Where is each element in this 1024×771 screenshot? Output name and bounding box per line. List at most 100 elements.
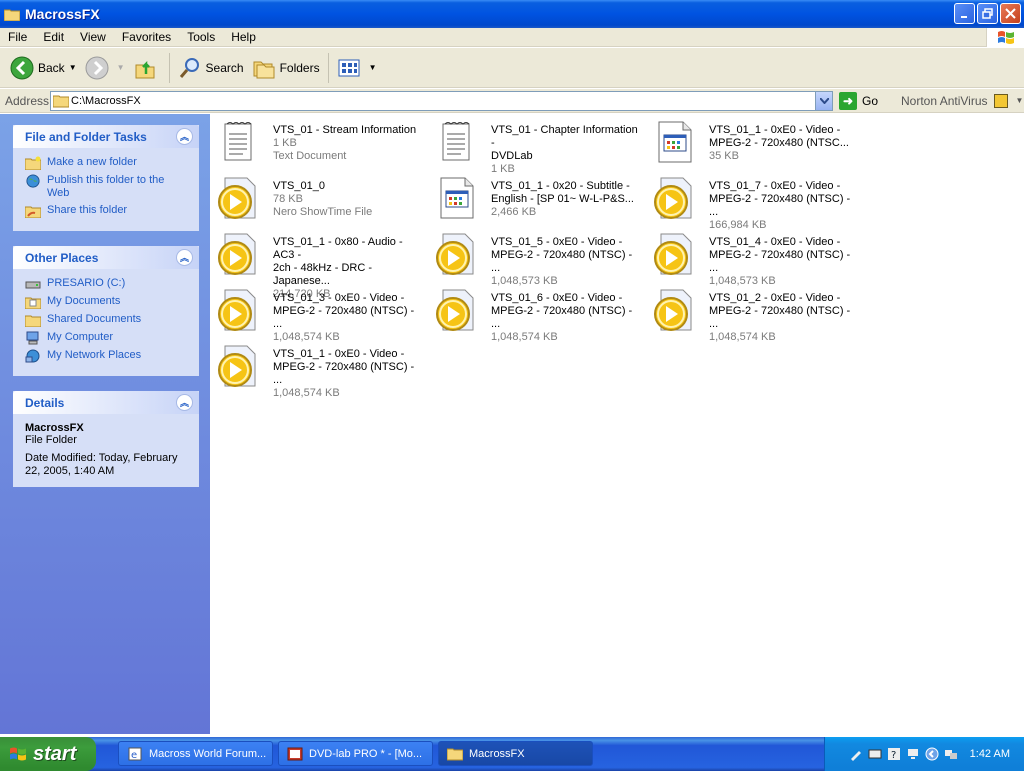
place-shared-documents[interactable]: Shared Documents [25,313,187,327]
taskbar-button-macrossfx[interactable]: MacrossFX [438,741,593,766]
file-label: VTS_01 - Stream Information 1 KB Text Docu… [273,118,423,174]
forward-dropdown-icon[interactable]: ▼ [117,63,125,72]
menu-view[interactable]: View [72,30,114,44]
media-file-icon [215,286,263,334]
panel-header[interactable]: Other Places ︽ [13,246,199,269]
norton-antivirus-button[interactable]: Norton AntiVirus ▼ [901,93,1024,108]
address-bar: Address C:\MacrossFX ➜ Go Norton AntiVir… [0,89,1024,113]
start-label: start [33,742,77,765]
task-make-new-folder[interactable]: Make a new folder [25,156,187,170]
folder-icon [4,9,20,21]
file-label: VTS_01_7 - 0xE0 - Video - MPEG-2 - 720x48… [709,174,859,231]
chevron-left-icon[interactable] [925,747,939,761]
maximize-button[interactable] [977,3,998,24]
back-label: Back [38,60,65,75]
file-item[interactable]: VTS_01_4 - 0xE0 - Video - MPEG-2 - 720x48… [651,230,863,287]
file-name-line: VTS_01_1 - 0xE0 - Video - [709,124,841,136]
menu-tools[interactable]: Tools [179,30,223,44]
media-file-icon [215,174,263,222]
go-label: Go [862,93,879,108]
taskbar-button-label: Macross World Forum... [149,747,267,760]
details-panel: Details ︽ MacrossFX File Folder Date Mod… [13,391,199,487]
norton-icon [993,93,1008,108]
file-name-line: VTS_01_1 - 0xE0 - Video - [273,348,405,360]
start-button[interactable]: start [0,737,96,771]
pen-icon[interactable] [849,747,863,761]
collapse-icon[interactable]: ︽ [176,394,193,411]
file-item[interactable]: VTS_01 - Chapter Information - DVDLab 1 KB [433,118,645,175]
file-meta: 1,048,574 KB [709,331,776,343]
up-folder-button[interactable] [129,52,165,84]
place-presario-drive[interactable]: PRESARIO (C:) [25,277,187,291]
menu-file[interactable]: File [0,30,35,44]
go-button[interactable]: ➜ Go [839,91,879,110]
place-my-computer[interactable]: My Computer [25,331,187,345]
folders-label: Folders [279,60,320,75]
file-item[interactable]: VTS_01_1 - 0xE0 - Video - MPEG-2 - 720x48… [215,342,427,399]
details-modified: Date Modified: Today, February 22, 2005,… [25,452,178,477]
file-item[interactable]: VTS_01_0 78 KB Nero ShowTime File [215,174,427,230]
title-bar[interactable]: MacrossFX [0,0,1024,28]
help-icon[interactable]: ? [887,747,901,761]
task-pane: File and Folder Tasks ︽ Make a new folde… [0,114,210,734]
close-button[interactable] [1000,3,1021,24]
panel-header[interactable]: File and Folder Tasks ︽ [13,125,199,148]
forward-button[interactable]: ▼ [81,52,129,84]
collapse-icon[interactable]: ︽ [176,128,193,145]
up-folder-icon [135,60,155,78]
norton-label: Norton AntiVirus [901,93,988,108]
taskbar-button-macross-world-forum[interactable]: e Macross World Forum... [118,741,273,766]
file-label: VTS_01_0 78 KB Nero ShowTime File [273,174,423,230]
taskbar-button-dvd-lab-pro[interactable]: DVD-lab PRO * - [Mo... [278,741,433,766]
back-button[interactable]: Back ▼ [6,52,81,84]
svg-text:?: ? [891,750,896,761]
panel-title: File and Folder Tasks [25,129,147,144]
file-list-view[interactable]: VTS_01 - Stream Information 1 KB Text Docu… [210,114,1024,734]
folders-button[interactable]: Folders [248,52,324,84]
file-item[interactable]: VTS_01_1 - 0x80 - Audio - AC3 -2ch - 48k… [215,230,427,300]
my-computer-icon [26,331,39,345]
collapse-icon[interactable]: ︽ [176,249,193,266]
file-name-line: VTS_01_1 - 0x80 - Audio - AC3 - [273,236,403,261]
file-item[interactable]: VTS_01_1 - 0x20 - Subtitle - English - [S… [433,174,645,230]
menu-help[interactable]: Help [223,30,264,44]
place-my-network-places[interactable]: My Network Places [25,349,187,363]
back-dropdown-icon[interactable]: ▼ [69,63,77,72]
file-name-line: MPEG-2 - 720x480 (NTSC) - ... [709,193,851,218]
norton-dropdown-icon[interactable]: ▼ [1016,96,1024,105]
file-item[interactable]: VTS_01_7 - 0xE0 - Video - MPEG-2 - 720x48… [651,174,863,231]
file-item[interactable]: VTS_01_5 - 0xE0 - Video - MPEG-2 - 720x48… [433,230,645,287]
file-item[interactable]: VTS_01_3 - 0xE0 - Video - MPEG-2 - 720x48… [215,286,427,343]
folders-icon [253,61,275,78]
file-item[interactable]: VTS_01 - Stream Information 1 KB Text Docu… [215,118,427,174]
address-dropdown-button[interactable] [815,91,832,110]
search-label: Search [205,60,244,75]
file-meta: 35 KB [709,150,739,162]
display-icon[interactable] [906,747,920,761]
network-icon[interactable] [944,747,958,761]
go-arrow-icon: ➜ [839,91,857,110]
menu-favorites[interactable]: Favorites [114,30,179,44]
keyboard-icon[interactable] [868,747,882,761]
file-item[interactable]: VTS_01_1 - 0xE0 - Video - MPEG-2 - 720x48… [651,118,863,174]
panel-title: Details [25,395,65,410]
task-publish-folder[interactable]: Publish this folder to the Web [25,174,187,200]
media-file-icon [651,286,699,334]
task-share-folder[interactable]: Share this folder [25,204,187,218]
menu-edit[interactable]: Edit [35,30,72,44]
file-item[interactable]: VTS_01_6 - 0xE0 - Video - MPEG-2 - 720x48… [433,286,645,343]
file-name-line: DVDLab [491,150,533,162]
views-button[interactable]: ▼ [333,52,381,84]
place-my-documents[interactable]: My Documents [25,295,187,309]
file-name-line: MPEG-2 - 720x480 (NTSC) - ... [491,249,633,274]
views-dropdown-icon[interactable]: ▼ [369,63,377,72]
new-folder-icon [25,156,41,170]
file-name-line: VTS_01 - Stream Information [273,124,417,136]
file-meta: 78 KB [273,193,303,205]
search-button[interactable]: Search [174,52,248,84]
file-item[interactable]: VTS_01_2 - 0xE0 - Video - MPEG-2 - 720x48… [651,286,863,343]
restore-icon [982,8,993,19]
panel-header[interactable]: Details ︽ [13,391,199,414]
address-input[interactable]: C:\MacrossFX [50,90,833,111]
minimize-button[interactable] [954,3,975,24]
